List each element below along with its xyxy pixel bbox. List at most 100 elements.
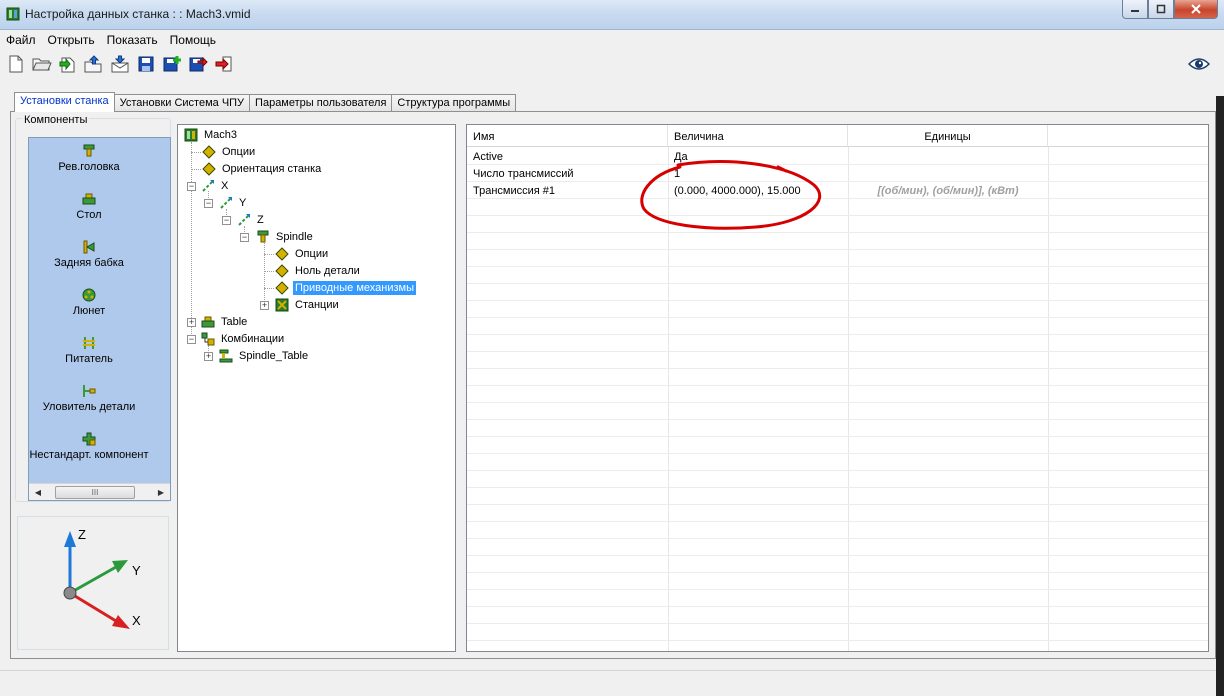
steady-rest-icon (82, 288, 96, 302)
axis-label-x: X (132, 613, 141, 628)
tree-node-stations[interactable]: Станции (275, 297, 341, 313)
component-label: Нестандарт. компонент (29, 449, 149, 461)
diamond-icon (275, 281, 289, 295)
axis-label-z: Z (78, 527, 86, 542)
eye-icon[interactable] (1188, 56, 1210, 72)
tree-expander-combinations[interactable]: − (187, 335, 196, 344)
new-file-button[interactable] (4, 52, 28, 76)
grid-header: Имя Величина Единицы (467, 125, 1208, 147)
component-tailstock[interactable]: Задняя бабка (29, 240, 149, 269)
close-button[interactable] (1174, 0, 1218, 19)
tab-user-parameters[interactable]: Параметры пользователя (249, 94, 393, 112)
axis-icon (202, 180, 214, 192)
tree-node-label: Z (257, 214, 264, 226)
open-upload-button[interactable] (82, 52, 106, 76)
row-units-transmission-1: [(об/мин), (об/мин)], (кВт) (877, 185, 1019, 197)
tree-expander-spindle[interactable]: − (240, 233, 249, 242)
tab-program-structure[interactable]: Структура программы (391, 94, 517, 112)
axis-label-y: Y (132, 563, 141, 578)
components-group: Компоненты Рев.головка Стол Задняя бабка… (15, 114, 171, 502)
tree-node-options[interactable]: Опции (202, 144, 257, 160)
component-steady-rest[interactable]: Люнет (29, 288, 149, 317)
row-units-transmission-count (848, 165, 1048, 182)
toolbar (4, 52, 236, 78)
tree-node-label: Mach3 (204, 129, 238, 141)
component-table[interactable]: Стол (29, 192, 149, 221)
open-upload-icon (84, 55, 102, 73)
maximize-button[interactable] (1148, 0, 1174, 19)
tab-cnc-settings[interactable]: Установки Система ЧПУ (113, 94, 251, 112)
column-header-units[interactable]: Единицы (848, 125, 1048, 147)
column-header-value[interactable]: Величина (668, 125, 848, 147)
component-turret[interactable]: Рев.головка (29, 144, 149, 173)
save-button[interactable] (134, 52, 158, 76)
tree-expander-y[interactable]: − (204, 199, 213, 208)
tree-node-mach3[interactable]: Mach3 (184, 127, 239, 143)
import-button[interactable] (56, 52, 80, 76)
export-mail-button[interactable] (108, 52, 132, 76)
tree-node-y[interactable]: Y (219, 195, 248, 211)
save-add-icon (163, 56, 181, 72)
annotation-circle (640, 160, 822, 230)
tree-expander-spindle-table[interactable]: + (204, 352, 213, 361)
part-catcher-icon (83, 385, 96, 397)
component-label: Люнет (72, 305, 106, 317)
property-grid: Имя Величина Единицы Active Да Число тра… (466, 124, 1209, 652)
open-button[interactable] (30, 52, 54, 76)
turret-icon (83, 144, 95, 157)
scroll-left-button[interactable]: ◀ (30, 485, 46, 500)
combinations-icon (201, 332, 215, 346)
tree-expander-table[interactable]: + (187, 318, 196, 327)
tree-node-x[interactable]: X (201, 178, 230, 194)
column-header-name[interactable]: Имя (467, 125, 668, 147)
tree-expander-z[interactable]: − (222, 216, 231, 225)
tree-expander-stations[interactable]: + (260, 301, 269, 310)
tree-node-z[interactable]: Z (237, 212, 266, 228)
close-icon (1191, 4, 1201, 14)
tab-machine-settings[interactable]: Установки станка (14, 92, 115, 112)
axis-icon (220, 197, 232, 209)
maximize-icon (1156, 4, 1166, 14)
diamond-icon (275, 247, 289, 261)
component-label: Уловитель детали (42, 401, 136, 413)
menu-bar: Файл Открыть Показать Помощь (0, 30, 1224, 48)
tree-node-drives[interactable]: Приводные механизмы (275, 280, 417, 296)
component-label: Стол (76, 209, 102, 221)
components-hscrollbar[interactable]: ◀ III ▶ (29, 483, 170, 500)
tree-expander-x[interactable]: − (187, 182, 196, 191)
status-bar (0, 670, 1224, 696)
menu-help[interactable]: Помощь (164, 30, 222, 48)
exit-button[interactable] (212, 52, 236, 76)
scroll-thumb[interactable]: III (55, 486, 135, 499)
menu-open[interactable]: Открыть (42, 30, 101, 48)
tree-node-spindle[interactable]: Spindle (256, 229, 315, 245)
component-feeder[interactable]: Питатель (29, 336, 149, 365)
scroll-right-button[interactable]: ▶ (153, 485, 169, 500)
tree-node-part-zero[interactable]: Ноль детали (275, 263, 362, 279)
tree-node-spindle-table[interactable]: Spindle_Table (219, 348, 310, 364)
tree-node-table[interactable]: Table (201, 314, 249, 330)
tree-node-label: Опции (222, 146, 256, 158)
tree-node-combinations[interactable]: Комбинации (201, 331, 286, 347)
tree-node-orientation[interactable]: Ориентация станка (202, 161, 323, 177)
save-icon (138, 56, 154, 72)
export-mail-icon (111, 55, 129, 73)
menu-view[interactable]: Показать (101, 30, 164, 48)
diamond-icon (202, 145, 216, 159)
diamond-icon (275, 264, 289, 278)
tailstock-icon (83, 240, 95, 254)
table-icon (82, 193, 96, 205)
minimize-button[interactable] (1122, 0, 1148, 19)
component-label: Питатель (65, 353, 113, 365)
axis-icon (238, 214, 250, 226)
row-units-active (848, 148, 1048, 165)
component-custom[interactable]: Нестандарт. компонент (29, 432, 149, 461)
feeder-icon (83, 337, 95, 349)
save-add-button[interactable] (160, 52, 184, 76)
save-as-button[interactable] (186, 52, 210, 76)
tree-node-spindle-options[interactable]: Опции (275, 246, 330, 262)
tree-node-label: Опции (295, 248, 329, 260)
menu-file[interactable]: Файл (0, 30, 42, 48)
axis-preview: Z Y X (17, 516, 169, 650)
component-part-catcher[interactable]: Уловитель детали (29, 384, 149, 413)
